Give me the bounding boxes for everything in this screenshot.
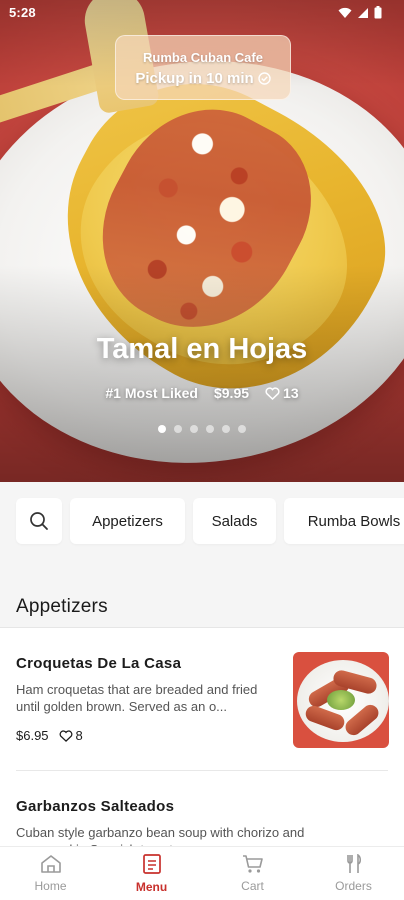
item-description: Cuban style garbanzo bean soup with chor… [16,825,305,846]
menu-icon [142,854,161,874]
pickup-label: Pickup in 10 min [135,70,254,87]
bottom-nav: Home Menu Cart Orders [0,846,404,900]
pickup-eta: Pickup in 10 min [116,70,290,87]
carousel-dot[interactable] [190,425,198,433]
likes-count: 13 [283,385,299,401]
search-button[interactable] [16,498,62,544]
dish-meta: #1 Most Liked $9.95 13 [0,385,404,401]
restaurant-name: Rumba Cuban Cafe [143,50,263,65]
search-icon [30,512,48,530]
carousel-dot[interactable] [206,425,214,433]
category-bar: Appetizers Salads Rumba Bowls [0,482,404,562]
nav-label: Orders [335,879,372,893]
rank-badge: #1 Most Liked [105,385,198,401]
wifi-icon [338,7,352,18]
nav-label: Menu [135,880,168,894]
status-bar: 5:28 [0,0,404,26]
divider [16,770,388,771]
nav-cart[interactable]: Cart [202,847,303,900]
nav-orders[interactable]: Orders [303,847,404,900]
item-price: $6.95 [16,728,49,743]
dish-price: $9.95 [213,385,250,401]
item-likes-count: 8 [75,728,83,743]
nav-label: Cart [241,879,264,893]
carousel-dot[interactable] [158,425,166,433]
dish-likes[interactable]: 13 [265,385,299,401]
item-description: Ham croquetas that are breaded and fried… [16,682,258,714]
nav-menu[interactable]: Menu [101,847,202,900]
pickup-card[interactable]: Rumba Cuban Cafe Pickup in 10 min [115,35,291,100]
home-icon [40,855,61,873]
carousel-dot[interactable] [222,425,230,433]
category-chip-rumba-bowls[interactable]: Rumba Bowls [284,498,404,544]
category-chip-appetizers[interactable]: Appetizers [70,498,185,544]
battery-icon [374,6,382,19]
status-icons [338,6,382,19]
category-chip-salads[interactable]: Salads [193,498,276,544]
section-header: Appetizers [0,562,404,628]
orders-icon [346,854,361,873]
heart-icon [265,386,280,400]
check-circle-icon [257,72,271,85]
dish-title: Tamal en Hojas [96,333,308,365]
carousel-dots[interactable] [0,425,404,433]
section-title: Appetizers [16,596,108,617]
menu-item[interactable]: Garbanzos Salteados Cuban style garbanzo… [16,798,389,846]
item-title: Garbanzos Salteados [16,798,175,815]
nav-label: Home [34,879,67,893]
menu-list: Croquetas De La Casa Ham croquetas that … [0,628,404,846]
nav-home[interactable]: Home [0,847,101,900]
item-likes[interactable]: 8 [59,728,83,743]
carousel-dot[interactable] [174,425,182,433]
status-time: 5:28 [9,5,36,20]
menu-item[interactable]: Croquetas De La Casa Ham croquetas that … [16,652,389,748]
item-image[interactable] [293,652,389,748]
cart-icon [242,855,263,873]
carousel-dot[interactable] [238,425,246,433]
signal-icon [358,7,368,18]
heart-icon [59,729,72,742]
